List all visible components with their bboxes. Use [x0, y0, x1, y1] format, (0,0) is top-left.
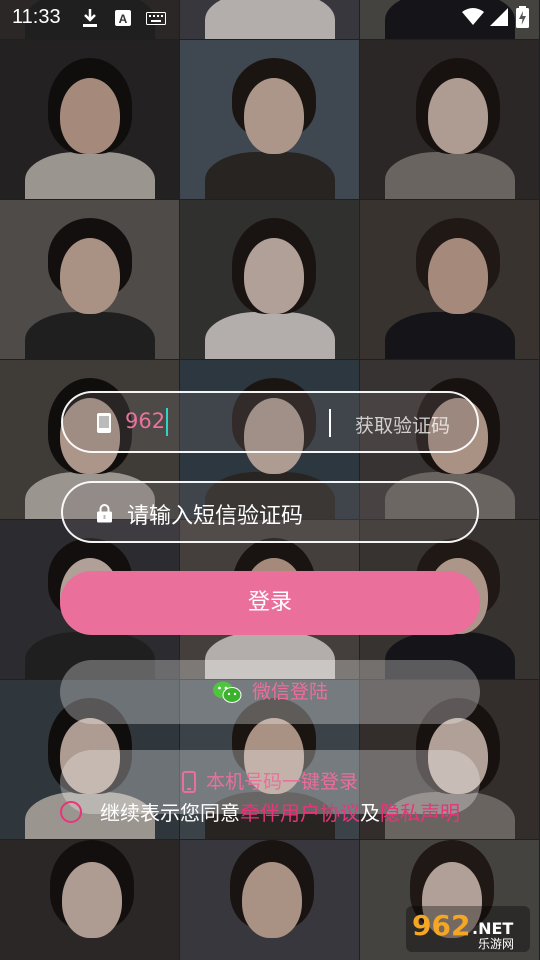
login-button[interactable]: 登录	[60, 571, 480, 635]
sms-code-placeholder: 请输入短信验证码	[127, 504, 304, 529]
watermark-logo: 962 .NET 乐游网	[406, 906, 530, 952]
battery-icon	[516, 6, 529, 28]
watermark-number: 962	[412, 909, 470, 942]
agreement-conjunction: 及	[360, 801, 380, 825]
privacy-link[interactable]: 隐私声明	[380, 797, 460, 826]
download-icon	[83, 9, 97, 27]
signal-icon	[490, 8, 508, 26]
wifi-icon	[462, 8, 484, 25]
svg-text:A: A	[119, 12, 128, 26]
status-time: 11:33	[12, 6, 61, 28]
user-agreement-link[interactable]: 牵伴用户协议	[240, 797, 360, 826]
watermark-suffix: .NET	[472, 919, 513, 938]
wechat-login-button[interactable]: 微信登陆	[60, 660, 480, 724]
agreement-prefix: 继续表示您同意	[100, 801, 240, 825]
keyboard-icon	[146, 12, 166, 25]
font-a-icon: A	[115, 10, 131, 26]
mobile-phone-icon	[181, 771, 196, 793]
lock-icon	[97, 504, 112, 523]
wechat-login-label: 微信登陆	[251, 681, 328, 703]
field-divider	[329, 409, 331, 437]
agreement-row: 继续表示您同意 牵伴用户协议 及 隐私声明	[60, 797, 460, 826]
phone-input[interactable]: 962 获取验证码	[61, 391, 479, 453]
wechat-icon	[212, 681, 242, 703]
agreement-radio[interactable]	[60, 800, 82, 823]
sms-code-input[interactable]: 请输入短信验证码	[61, 481, 479, 543]
status-bar: 11:33 A	[0, 0, 540, 36]
phone-input-value: 962	[125, 409, 166, 433]
get-code-button[interactable]: 获取验证码	[355, 411, 450, 438]
text-cursor	[166, 408, 169, 436]
watermark-subtitle: 乐游网	[478, 937, 514, 951]
phone-icon	[97, 413, 111, 433]
